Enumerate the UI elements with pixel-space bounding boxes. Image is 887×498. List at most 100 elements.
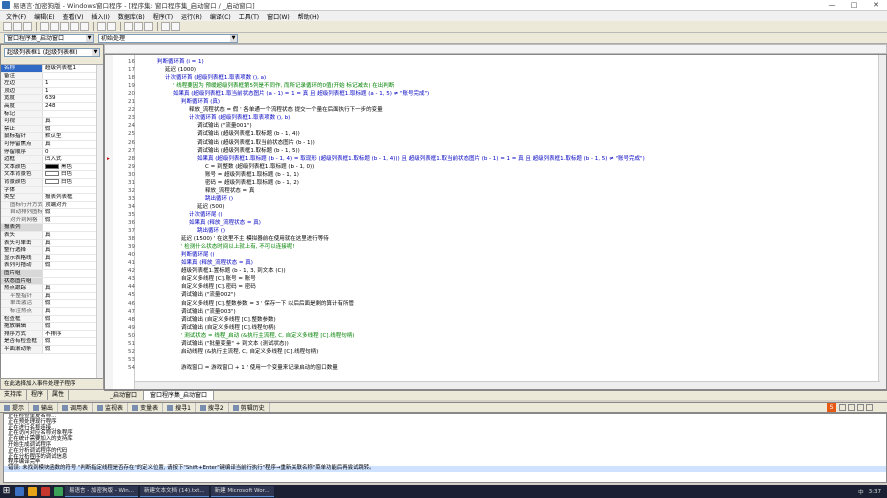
property-row[interactable]: 备注	[1, 72, 103, 81]
code-line[interactable]: 39 ' 检测什么状态时间以上就上有, 不可以连接呢!	[105, 243, 845, 251]
browser-icon[interactable]	[15, 487, 24, 496]
code-line[interactable]: 20 如果真 (超级列表框1.取当前状态图片 (a - 1) = 1 = 真 且 …	[105, 90, 845, 98]
sogou-ime-icon[interactable]: S	[827, 403, 836, 412]
property-value[interactable]: 假	[43, 126, 103, 133]
property-row[interactable]: 图片组	[1, 270, 103, 278]
property-value[interactable]: 假	[43, 209, 103, 216]
ime-settings-icon[interactable]	[866, 404, 873, 411]
code-line[interactable]: 21 判断循环首 (真)	[105, 98, 845, 106]
property-value[interactable]	[43, 73, 103, 80]
property-row[interactable]: 状态图片组	[1, 277, 103, 286]
property-value[interactable]: 假	[43, 316, 103, 323]
code-line[interactable]: 23 计次循环首 (超级列表框1.取表项数 (), b)	[105, 114, 845, 122]
property-value[interactable]: 真	[43, 255, 103, 262]
property-value[interactable]: 白色	[43, 171, 103, 178]
code-line[interactable]: 47 调试输出 ("流量003")	[105, 308, 845, 316]
menu-item[interactable]: 查看(V)	[59, 12, 88, 21]
code-line[interactable]: 46 自定义多线程 [C].整数参数 = 3 ' 保存一下 以后后面是剩的算计有所…	[105, 300, 845, 308]
class-selector[interactable]: 窗口程序集_启动窗口 ▼	[4, 34, 94, 43]
step-icon[interactable]	[144, 22, 153, 31]
code-line[interactable]: 29 C = 到整数 (超级列表框1.取标题 (b - 1, 0))	[105, 163, 845, 171]
bottom-tab[interactable]: 变量表	[128, 403, 164, 412]
property-value[interactable]: 真	[43, 247, 103, 254]
property-value[interactable]: 1	[43, 88, 103, 95]
code-line[interactable]: 45 调试输出 ("流量002")	[105, 291, 845, 299]
property-value[interactable]: 顶端对齐	[43, 202, 103, 209]
property-value[interactable]: 真	[43, 232, 103, 239]
property-row[interactable]: 拖放编辑假	[1, 323, 103, 331]
property-row[interactable]: 左边 1	[1, 80, 103, 88]
property-row[interactable]: 标记	[1, 110, 103, 119]
minimize-button[interactable]: —	[821, 0, 843, 11]
property-value[interactable]	[43, 224, 103, 231]
property-value[interactable]: 假	[43, 300, 103, 307]
property-value[interactable]: 假	[43, 217, 103, 224]
property-value[interactable]: 超级列表框1	[43, 65, 103, 72]
property-value[interactable]: 0	[43, 149, 103, 156]
property-value[interactable]: 真	[43, 240, 103, 247]
code-line[interactable]: 24 调试输出 ("流量001")	[105, 122, 845, 130]
taskbar-task[interactable]: 易语言 - 加密狗版 - Win...	[65, 486, 139, 497]
code-line[interactable]: 22 释放_流程状态 = 假 ' 各单通一个流程状态 提交一个量在后面执行下一步的…	[105, 106, 845, 114]
code-line[interactable]: 36 如果真 (释放_流程状态 = 真)	[105, 219, 845, 227]
property-row[interactable]: 禁止假	[1, 125, 103, 134]
code-tab[interactable]: _启动窗口	[104, 391, 145, 400]
code-line[interactable]: 19 ' 线程要因为 预缓超级列表框第5列是不同作, 而所记录循环的0值(开始 标…	[105, 82, 845, 90]
code-line[interactable]: 40 判断循环尾 ()	[105, 251, 845, 259]
code-line[interactable]: 27 调试输出 (超级列表框1.取标题 (b - 1, 5))	[105, 147, 845, 155]
property-row[interactable]: 鼠标指针 默认型	[1, 133, 103, 141]
property-value[interactable]: 凹入式	[43, 156, 103, 163]
code-line[interactable]: 44 自定义多线程 [C].密码 = 密码	[105, 283, 845, 291]
new-icon[interactable]	[3, 22, 12, 31]
pin-icon[interactable]	[171, 22, 180, 31]
property-row[interactable]: 检查框假	[1, 315, 103, 324]
property-row[interactable]: 标注热点真	[1, 308, 103, 316]
run-icon[interactable]	[124, 22, 133, 31]
property-value[interactable]	[43, 278, 103, 285]
code-line[interactable]: 17 延迟 (1000)	[105, 66, 845, 74]
save-icon[interactable]	[23, 22, 32, 31]
code-line[interactable]: 31 密码 = 超级列表框1.取标题 (b - 1, 2)	[105, 179, 845, 187]
paste-icon[interactable]	[60, 22, 69, 31]
property-row[interactable]: 字体	[1, 186, 103, 195]
property-value[interactable]: 不排序	[43, 331, 103, 338]
property-row[interactable]: 背景颜色 白色	[1, 178, 103, 187]
property-row[interactable]: 名称 超级列表框1	[1, 65, 103, 73]
code-line[interactable]: 30 账号 = 超级列表框1.取标题 (b - 1, 1)	[105, 171, 845, 179]
menu-item[interactable]: 运行(R)	[177, 12, 206, 21]
property-row[interactable]: 边框 凹入式	[1, 156, 103, 164]
left-panel-tab[interactable]: 支持库	[0, 390, 28, 400]
property-row[interactable]: 自动排列图标假	[1, 209, 103, 217]
code-tab[interactable]: 窗口程序集_启动窗口	[144, 391, 215, 400]
close-button[interactable]: ✕	[865, 0, 887, 11]
menu-item[interactable]: 数据库(B)	[114, 12, 149, 21]
folder-icon[interactable]	[28, 487, 37, 496]
replace-icon[interactable]	[107, 22, 116, 31]
property-value[interactable]: 639	[43, 95, 103, 102]
code-line[interactable]: 35 计次循环尾 ()	[105, 211, 845, 219]
property-row[interactable]: 表头可单击真	[1, 239, 103, 248]
stop-icon[interactable]	[134, 22, 143, 31]
menu-item[interactable]: 工具(T)	[235, 12, 263, 21]
property-row[interactable]: 宽度 639	[1, 95, 103, 103]
property-scrollbar[interactable]	[96, 65, 103, 389]
property-row[interactable]: 文本颜色 黑色	[1, 163, 103, 172]
property-row[interactable]: 可停留焦点真	[1, 140, 103, 149]
code-line[interactable]: 51 调试输出 ("批量变量" + 到文本 (测试状态))	[105, 340, 845, 348]
property-row[interactable]: 热点跟踪真	[1, 285, 103, 293]
app-icon[interactable]	[41, 487, 50, 496]
menu-item[interactable]: 帮助(H)	[294, 12, 323, 21]
menu-item[interactable]: 文件(F)	[2, 12, 30, 21]
code-line[interactable]: 37 跳出循环 ()	[105, 227, 845, 235]
code-line[interactable]: 32 释放_流程状态 = 真	[105, 187, 845, 195]
property-row[interactable]: 表头真	[1, 232, 103, 240]
code-editor[interactable]: 16 判断循环首 (i = 1) 17 延迟 (1000) 18 计次循环首 (超级列表框…	[104, 54, 887, 390]
code-line[interactable]: 53	[105, 356, 845, 364]
copy-icon[interactable]	[50, 22, 59, 31]
property-value[interactable]: 假	[43, 338, 103, 345]
property-value[interactable]: 默认型	[43, 133, 103, 140]
property-value[interactable]: 黑色	[43, 163, 103, 171]
code-vertical-scrollbar[interactable]	[878, 55, 886, 389]
property-row[interactable]: 类型 报表列表框	[1, 194, 103, 202]
bottom-tab[interactable]: 输出	[29, 403, 59, 412]
